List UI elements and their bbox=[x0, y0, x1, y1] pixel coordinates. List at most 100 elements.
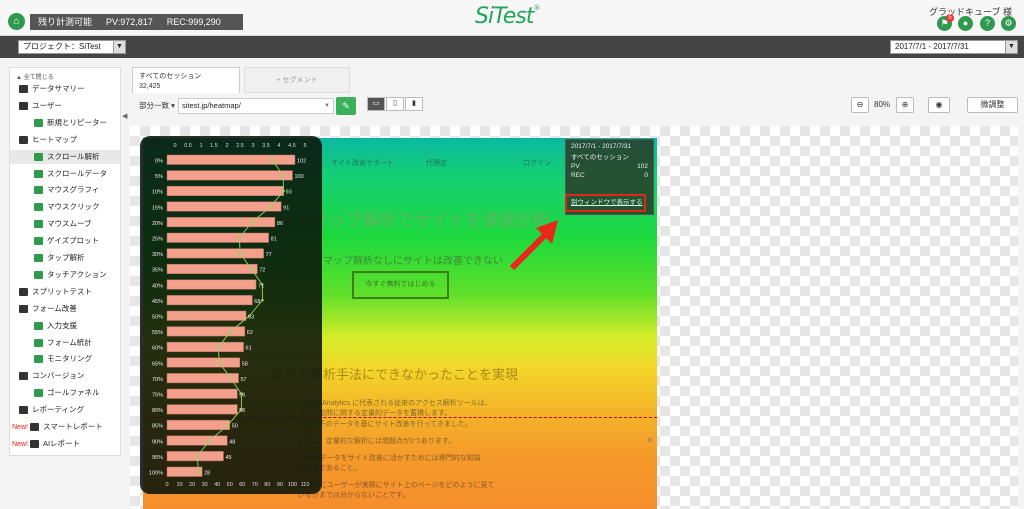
sidebar-item-label: マウスクリック bbox=[47, 202, 100, 212]
gaze-plot-icon bbox=[34, 237, 43, 246]
sidebar-item[interactable]: ユーザー bbox=[10, 99, 120, 113]
help-icon[interactable]: ? bbox=[980, 16, 995, 31]
input-assist-icon bbox=[34, 321, 43, 330]
sidebar-item[interactable]: スクロール解析 bbox=[10, 149, 120, 164]
quota-display: 残り計測可能 PV:972,817 REC:999,290 bbox=[30, 14, 243, 30]
sidebar-item[interactable]: New! AIレポート bbox=[10, 437, 120, 451]
chevron-down-icon: ▼ bbox=[324, 103, 330, 109]
sidebar-item[interactable]: モニタリング bbox=[10, 352, 120, 366]
tab-all-sessions[interactable]: すべてのセッション 32,425 bbox=[132, 67, 240, 93]
sidebar-item[interactable]: フォーム統計 bbox=[10, 336, 120, 350]
sidebar-item[interactable]: ヒートマップ bbox=[10, 133, 120, 147]
mouse-graphy-icon bbox=[34, 186, 43, 195]
trend-point bbox=[229, 330, 233, 333]
home-icon[interactable]: ⌂ bbox=[8, 13, 25, 30]
category-label: 45% bbox=[152, 299, 163, 305]
edit-pencil-button[interactable]: ✎ bbox=[336, 97, 356, 115]
top-axis-tick: 1.5 bbox=[210, 143, 218, 149]
sidebar-item[interactable]: ゴールファネル bbox=[10, 386, 120, 400]
preview-body-line: Google Analytics に代表される従来のアクセス解析ツールは、 bbox=[298, 400, 492, 407]
bottom-axis-tick: 50 bbox=[227, 482, 233, 488]
date-range-select[interactable]: 2017/7/1 - 2017/7/31 ▼ bbox=[890, 40, 1018, 54]
bar bbox=[166, 466, 203, 477]
sidebar-item[interactable]: マウスグラフィ bbox=[10, 183, 120, 197]
bottom-axis-tick: 90 bbox=[277, 482, 283, 488]
account-icon[interactable]: ● bbox=[958, 16, 973, 31]
form-stats-icon bbox=[34, 338, 43, 347]
summary-icon bbox=[19, 85, 28, 94]
bottom-axis-tick: 10 bbox=[176, 482, 182, 488]
bar bbox=[166, 310, 247, 321]
bar bbox=[166, 154, 296, 165]
device-pc-button[interactable]: ▭ bbox=[367, 97, 385, 111]
category-label: 50% bbox=[152, 315, 163, 321]
zoom-out-button[interactable]: ⊖ bbox=[851, 97, 869, 113]
info-rec-value: 0 bbox=[644, 172, 648, 179]
sidebar-item[interactable]: データサマリー bbox=[10, 82, 120, 96]
sidebar-item-label: スクロールデータ bbox=[47, 168, 107, 178]
trend-point bbox=[238, 236, 241, 240]
data-label: 100 bbox=[294, 174, 303, 180]
preview-nav-login: ログイン bbox=[523, 160, 551, 167]
data-label: 93 bbox=[286, 190, 292, 196]
category-label: 30% bbox=[152, 252, 163, 258]
mouse-click-icon bbox=[34, 203, 43, 212]
tab-add-segment[interactable]: + セグメント bbox=[244, 67, 350, 93]
sidebar-item[interactable]: マウスムーブ bbox=[10, 217, 120, 231]
info-date: 2017/7/1 - 2017/7/31 bbox=[571, 143, 631, 150]
preview-body-line: 1. 解析データをサイト改善に活かすためには専門的な知識 bbox=[298, 455, 481, 462]
trend-point bbox=[226, 423, 230, 427]
zoom-in-button[interactable]: ⊕ bbox=[896, 97, 914, 113]
open-new-window-link[interactable]: 別ウィンドウで表示する bbox=[565, 194, 646, 212]
quota-label: 残り計測可能 bbox=[38, 17, 93, 27]
new-repeater-icon bbox=[34, 118, 43, 127]
collapse-all-link[interactable]: ▲ 全て閉じる bbox=[16, 72, 54, 81]
sidebar-item-label: ユーザー bbox=[32, 100, 62, 110]
top-axis-tick: 2.5 bbox=[236, 143, 244, 149]
device-phone-button[interactable]: ▮ bbox=[405, 97, 423, 111]
category-label: 80% bbox=[152, 408, 163, 414]
sidebar-item-label: ゴールファネル bbox=[47, 388, 100, 398]
sidebar-item[interactable]: スクロールデータ bbox=[10, 167, 120, 181]
sidebar-item[interactable]: スプリットテスト bbox=[10, 285, 120, 299]
sidebar-item[interactable]: コンバージョン bbox=[10, 369, 120, 383]
bar bbox=[166, 341, 244, 352]
sidebar-item-label: タッチアクション bbox=[47, 269, 107, 279]
data-label: 91 bbox=[283, 205, 289, 211]
sidebar-item[interactable]: フォーム改善 bbox=[10, 302, 120, 316]
trend-point bbox=[229, 376, 232, 380]
bar bbox=[166, 279, 257, 290]
url-input[interactable]: sitest.jp/heatmap/▼ bbox=[178, 98, 334, 114]
visibility-eye-icon[interactable]: ◉ bbox=[928, 97, 950, 113]
project-select[interactable]: プロジェクト：SiTest ▼ bbox=[18, 40, 126, 54]
sidebar-item[interactable]: New! スマートレポート bbox=[10, 420, 120, 434]
fine-adjust-button[interactable]: 微調整 bbox=[967, 97, 1018, 113]
sitest-logo[interactable]: SiTest® bbox=[475, 4, 540, 29]
sidebar-item[interactable]: ゲイズプロット bbox=[10, 234, 120, 248]
sidebar-item[interactable]: タッチアクション bbox=[10, 268, 120, 282]
new-badge: New! bbox=[12, 424, 28, 431]
preview-body-line: 2. 実際にユーザーが実際にサイト上のページをどのように見て bbox=[298, 482, 495, 489]
settings-gear-icon[interactable]: ⚙ bbox=[1001, 16, 1016, 31]
sidebar-item[interactable]: 入力支援 bbox=[10, 319, 120, 333]
bar bbox=[166, 263, 258, 274]
match-type-select[interactable]: 部分一致 ▾ bbox=[139, 100, 175, 111]
sidebar-item[interactable]: タップ解析 bbox=[10, 251, 120, 265]
device-tablet-button[interactable]: ▯ bbox=[386, 97, 404, 111]
sidebar-item-label: ヒートマップ bbox=[32, 134, 77, 144]
preview-hero-subtitle: ヒートマップ解析なしにサイトは改善できない bbox=[293, 256, 503, 267]
bar bbox=[166, 170, 293, 181]
bar bbox=[166, 357, 241, 368]
trend-point bbox=[217, 361, 221, 364]
sidebar-item[interactable]: レポーティング bbox=[10, 403, 120, 417]
sidebar-item-label: ゲイズプロット bbox=[47, 236, 100, 246]
sidebar-item-label: フォーム改善 bbox=[32, 303, 77, 313]
sidebar-toggle-icon[interactable]: ◀ bbox=[122, 112, 128, 122]
annotation-arrow-icon bbox=[509, 220, 558, 271]
sidebar-item-label: データサマリー bbox=[32, 84, 85, 93]
heatmap-icon bbox=[19, 135, 28, 144]
bar bbox=[166, 217, 276, 228]
sidebar-item[interactable]: マウスクリック bbox=[10, 200, 120, 214]
preview-cta-button: 今すぐ無料ではじめる bbox=[352, 271, 449, 299]
sidebar-item[interactable]: 新規とリピーター bbox=[10, 116, 120, 130]
